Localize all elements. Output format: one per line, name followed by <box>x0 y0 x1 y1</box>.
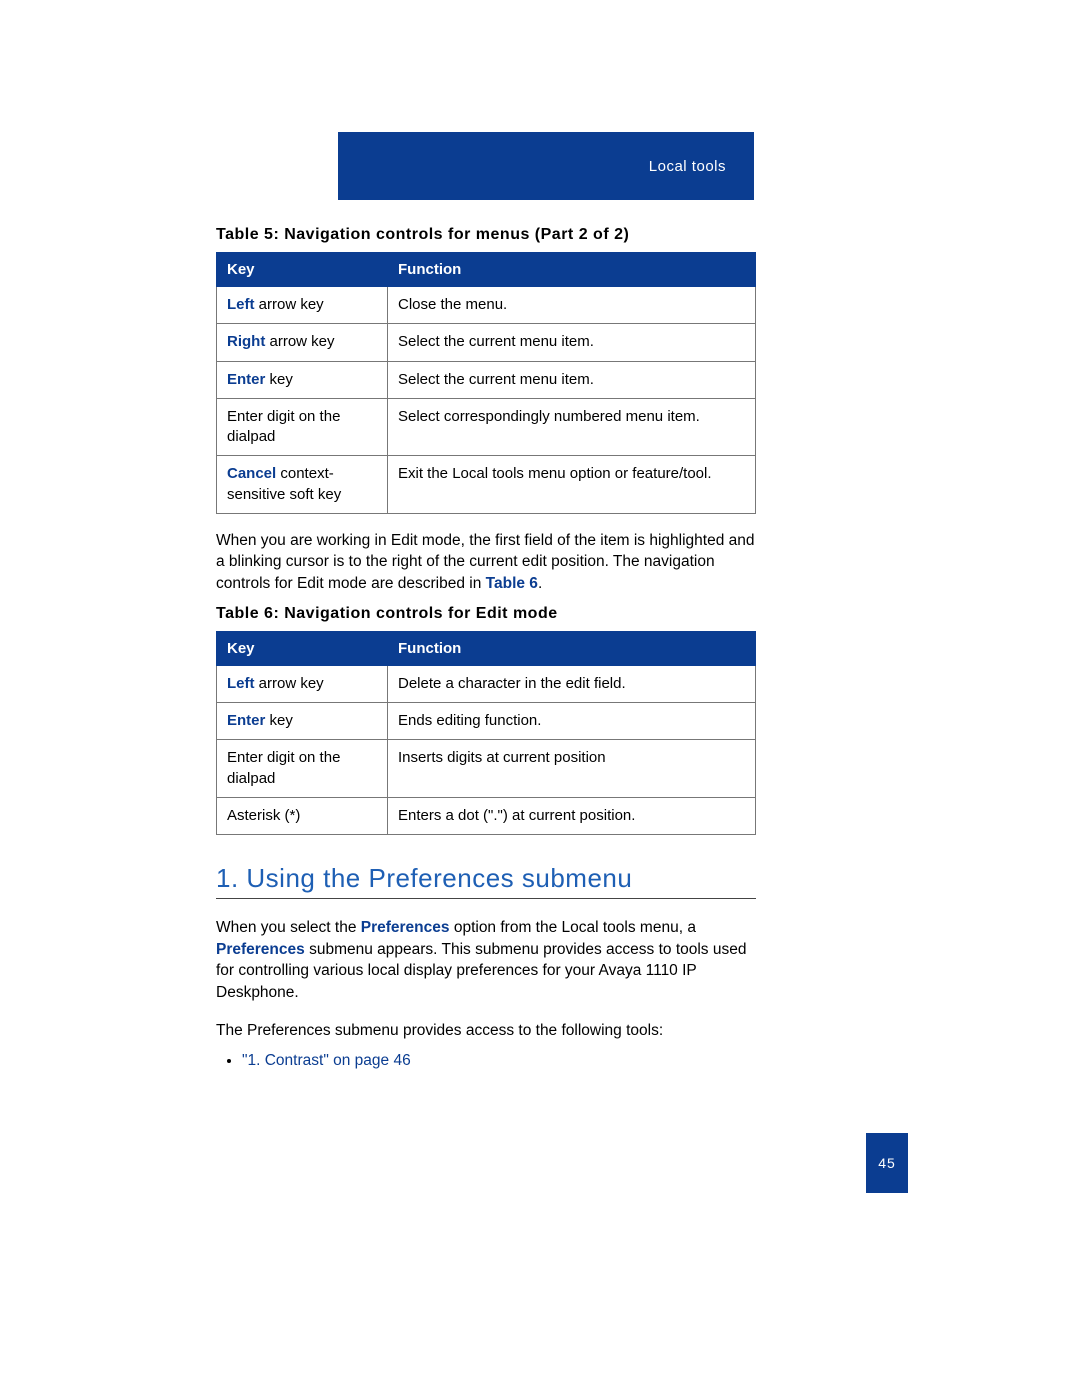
cell-function: Enters a dot (".") at current position. <box>388 797 756 834</box>
paragraph-preferences-intro: When you select the Preferences option f… <box>216 917 756 1004</box>
key-rest: key <box>265 371 293 388</box>
section-header: Local tools <box>338 132 754 200</box>
table-row: Left arrow key Delete a character in the… <box>217 665 756 702</box>
key-rest: arrow key <box>265 333 334 350</box>
key-bold: Left <box>227 296 255 313</box>
key-bold: Cancel <box>227 465 276 482</box>
paragraph-edit-mode-intro: When you are working in Edit mode, the f… <box>216 530 756 595</box>
heading-preferences-submenu: 1. Using the Preferences submenu <box>216 863 756 899</box>
key-bold: Enter <box>227 712 265 729</box>
key-rest: arrow key <box>255 675 324 692</box>
tools-bullet-list: "1. Contrast" on page 46 <box>216 1052 756 1070</box>
para2-bold1: Preferences <box>361 919 450 936</box>
key-rest: key <box>265 712 293 729</box>
cell-function: Select correspondingly numbered menu ite… <box>388 398 756 456</box>
list-item: "1. Contrast" on page 46 <box>242 1052 756 1070</box>
page-content: Table 5: Navigation controls for menus (… <box>216 216 756 1076</box>
table-row: Left arrow key Close the menu. <box>217 287 756 324</box>
key-rest: Enter digit on the dialpad <box>227 749 340 786</box>
paragraph-tools-list-intro: The Preferences submenu provides access … <box>216 1020 756 1042</box>
table5-header-function: Function <box>388 253 756 287</box>
page-number-value: 45 <box>878 1155 896 1171</box>
key-rest: Asterisk (*) <box>227 807 300 824</box>
table5: Key Function Left arrow key Close the me… <box>216 252 756 514</box>
cell-function: Close the menu. <box>388 287 756 324</box>
table5-header-key: Key <box>217 253 388 287</box>
table5-caption-text: Navigation controls for menus (Part 2 of… <box>284 226 629 243</box>
key-rest: Enter digit on the dialpad <box>227 408 340 445</box>
table-row: Enter digit on the dialpad Select corres… <box>217 398 756 456</box>
table-row: Cancel context-sensitive soft key Exit t… <box>217 456 756 514</box>
key-bold: Enter <box>227 371 265 388</box>
cell-function: Delete a character in the edit field. <box>388 665 756 702</box>
cell-function: Inserts digits at current position <box>388 740 756 798</box>
para2-seg2: option from the Local tools menu, a <box>450 919 696 936</box>
table-row: Enter key Ends editing function. <box>217 703 756 740</box>
cell-function: Select the current menu item. <box>388 361 756 398</box>
table5-caption: Table 5: Navigation controls for menus (… <box>216 226 756 244</box>
contrast-crossref[interactable]: "1. Contrast" on page 46 <box>242 1052 411 1069</box>
key-bold: Right <box>227 333 265 350</box>
table-row: Enter digit on the dialpad Inserts digit… <box>217 740 756 798</box>
cell-function: Ends editing function. <box>388 703 756 740</box>
cell-function: Select the current menu item. <box>388 324 756 361</box>
table-row: Asterisk (*) Enters a dot (".") at curre… <box>217 797 756 834</box>
section-title: Local tools <box>649 158 726 175</box>
cell-function: Exit the Local tools menu option or feat… <box>388 456 756 514</box>
page: Local tools Table 5: Navigation controls… <box>0 0 1080 1397</box>
table5-caption-prefix: Table 5: <box>216 226 284 243</box>
table6: Key Function Left arrow key Delete a cha… <box>216 631 756 835</box>
table6-caption: Table 6: Navigation controls for Edit mo… <box>216 605 756 623</box>
table6-caption-text: Navigation controls for Edit mode <box>284 605 557 622</box>
key-bold: Left <box>227 675 255 692</box>
table-row: Enter key Select the current menu item. <box>217 361 756 398</box>
para1-after: . <box>538 575 542 592</box>
key-rest: arrow key <box>255 296 324 313</box>
table6-header-key: Key <box>217 631 388 665</box>
table6-crossref[interactable]: Table 6 <box>486 575 538 592</box>
page-number: 45 <box>866 1133 908 1193</box>
para2-bold2: Preferences <box>216 941 305 958</box>
table-row: Right arrow key Select the current menu … <box>217 324 756 361</box>
para2-seg1: When you select the <box>216 919 361 936</box>
table6-caption-prefix: Table 6: <box>216 605 284 622</box>
table6-header-function: Function <box>388 631 756 665</box>
